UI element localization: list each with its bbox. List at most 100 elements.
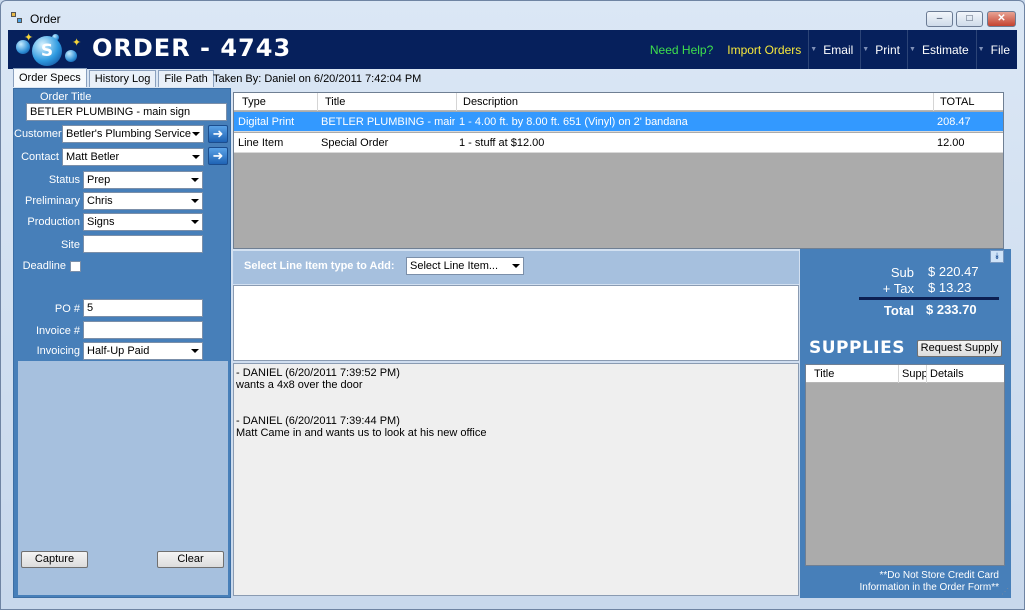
add-line-item-bar: Select Line Item type to Add: Select Lin… [233, 251, 799, 284]
open-contact-button[interactable]: ➜ [208, 147, 228, 165]
minimize-button[interactable]: – [926, 11, 953, 27]
dropdown-arrow-icon: ▼ [908, 46, 916, 53]
po-label: PO # [54, 303, 80, 315]
invoicing-value: Half-Up Paid [87, 345, 150, 357]
line-items-grid: Type Title Description TOTAL Digital Pri… [233, 92, 1004, 249]
menu-email[interactable]: ▼ Email [808, 30, 860, 69]
row-description: 1 - 4.00 ft. by 8.00 ft. 651 (Vinyl) on … [459, 116, 688, 128]
invoice-input[interactable] [83, 321, 203, 339]
supplies-title: SUPPLIES [809, 338, 905, 358]
column-details[interactable]: Details [930, 368, 964, 380]
menu-print[interactable]: ▼ Print [860, 30, 907, 69]
row-type: Digital Print [238, 116, 295, 128]
capture-button[interactable]: Capture [21, 551, 88, 568]
resize-grip-icon[interactable]: ⋰ [1001, 587, 1009, 596]
order-window: Order – □ ✕ ✦ ✦ S ORDER - 4743 Need Help… [0, 0, 1025, 610]
chevron-down-icon [191, 199, 199, 203]
preliminary-select[interactable]: Chris [83, 192, 203, 210]
chevron-down-icon [191, 178, 199, 182]
status-select[interactable]: Prep [83, 171, 203, 189]
order-specs-panel: Order Title BETLER PLUMBING - main sign … [13, 88, 231, 598]
column-description[interactable]: Description [463, 96, 518, 108]
preliminary-value: Chris [87, 195, 113, 207]
window-title: Order [30, 12, 61, 26]
tab-file-path[interactable]: File Path [158, 70, 214, 87]
chevron-down-icon [192, 132, 200, 136]
column-supply-title[interactable]: Title [814, 368, 834, 380]
expand-down-icon[interactable]: ⯯ [990, 250, 1004, 263]
logo-ball: S [32, 36, 62, 66]
invoicing-select[interactable]: Half-Up Paid [83, 342, 203, 360]
dropdown-arrow-icon: ▼ [977, 46, 985, 53]
row-title: Special Order [321, 137, 389, 149]
supplies-grid: Title Supp Details [805, 364, 1005, 566]
table-row[interactable]: Digital Print BETLER PLUMBING - main... … [234, 112, 1003, 132]
deadline-label: Deadline [22, 260, 66, 272]
production-select[interactable]: Signs [83, 213, 203, 231]
site-input[interactable] [83, 235, 203, 253]
site-label: Site [61, 239, 80, 251]
line-item-type-value: Select Line Item... [410, 260, 499, 272]
chevron-down-icon [191, 349, 199, 353]
note-body: wants a 4x8 over the door [236, 379, 363, 391]
sub-label: Sub [890, 265, 914, 280]
dropdown-arrow-icon: ▼ [862, 46, 870, 53]
request-supply-button[interactable]: Request Supply [917, 340, 1002, 357]
tab-history-log[interactable]: History Log [88, 70, 157, 87]
supplies-header: Title Supp Details [806, 365, 1004, 383]
contact-select[interactable]: Matt Betler [62, 148, 204, 166]
line-item-type-select[interactable]: Select Line Item... [406, 257, 524, 275]
title-bar: Order – □ ✕ [1, 1, 1024, 29]
menu-estimate-label: Estimate [921, 43, 969, 57]
line-items-header: Type Title Description TOTAL [234, 93, 1003, 111]
close-button[interactable]: ✕ [987, 11, 1016, 27]
column-total[interactable]: TOTAL [940, 96, 974, 108]
menu-file[interactable]: ▼ File [975, 30, 1017, 69]
note-header: - DANIEL (6/20/2011 7:39:52 PM) [236, 367, 400, 379]
invoicing-label: Invoicing [36, 345, 80, 357]
contact-value: Matt Betler [66, 151, 120, 163]
order-number-title: ORDER - 4743 [92, 34, 292, 62]
clear-button[interactable]: Clear [157, 551, 224, 568]
po-input[interactable]: 5 [83, 299, 203, 317]
preliminary-label: Preliminary [24, 195, 80, 207]
total-value: $ 233.70 [926, 302, 977, 317]
chevron-down-icon [191, 220, 199, 224]
line-item-editor[interactable] [233, 285, 799, 361]
totals-divider [859, 297, 999, 300]
notes-log[interactable]: - DANIEL (6/20/2011 7:39:52 PM) wants a … [233, 363, 799, 596]
disclaimer-line-2: Information in the Order Form** [859, 582, 1000, 593]
table-row[interactable]: Line Item Special Order 1 - stuff at $12… [234, 133, 1003, 153]
menu-need-help[interactable]: Need Help? [643, 30, 720, 69]
row-type: Line Item [238, 137, 284, 149]
top-menu: Need Help? Import Orders ▼ Email ▼ Print ▼… [643, 30, 1017, 69]
column-supply[interactable]: Supp [902, 368, 926, 380]
note-header: - DANIEL (6/20/2011 7:39:44 PM) [236, 415, 400, 427]
open-customer-button[interactable]: ➜ [208, 125, 228, 143]
production-label: Production [27, 216, 80, 228]
customer-label: Customer [14, 128, 62, 140]
tab-order-specs[interactable]: Order Specs [13, 68, 87, 87]
order-banner: ✦ ✦ S ORDER - 4743 Need Help? Import Ord… [8, 30, 1017, 69]
deadline-checkbox[interactable] [70, 261, 81, 272]
menu-import-orders[interactable]: Import Orders [720, 30, 808, 69]
status-label: Status [48, 174, 80, 186]
column-title[interactable]: Title [325, 96, 345, 108]
credit-card-disclaimer: **Do Not Store Credit Card Information i… [860, 570, 1000, 594]
totals-supplies-panel: ⯯ Sub $ 220.47 + Tax $ 13.23 Total $ 233… [800, 249, 1011, 598]
customer-select[interactable]: Betler's Plumbing Service [62, 125, 204, 143]
row-total: 12.00 [937, 137, 965, 149]
sub-value: $ 220.47 [928, 264, 979, 279]
chevron-down-icon [192, 155, 200, 159]
menu-estimate[interactable]: ▼ Estimate [906, 30, 976, 69]
invoice-label: Invoice # [35, 325, 80, 337]
column-type[interactable]: Type [242, 96, 266, 108]
tab-strip: Order Specs History Log File Path [13, 68, 216, 88]
taken-by-text: Taken By: Daniel on 6/20/2011 7:42:04 PM [213, 73, 422, 85]
app-logo: ✦ ✦ S [12, 32, 88, 68]
order-title-label: Order Title [40, 91, 92, 103]
menu-file-label: File [990, 43, 1010, 57]
order-title-input[interactable]: BETLER PLUMBING - main sign [26, 103, 227, 121]
maximize-button[interactable]: □ [956, 11, 983, 27]
production-value: Signs [87, 216, 115, 228]
